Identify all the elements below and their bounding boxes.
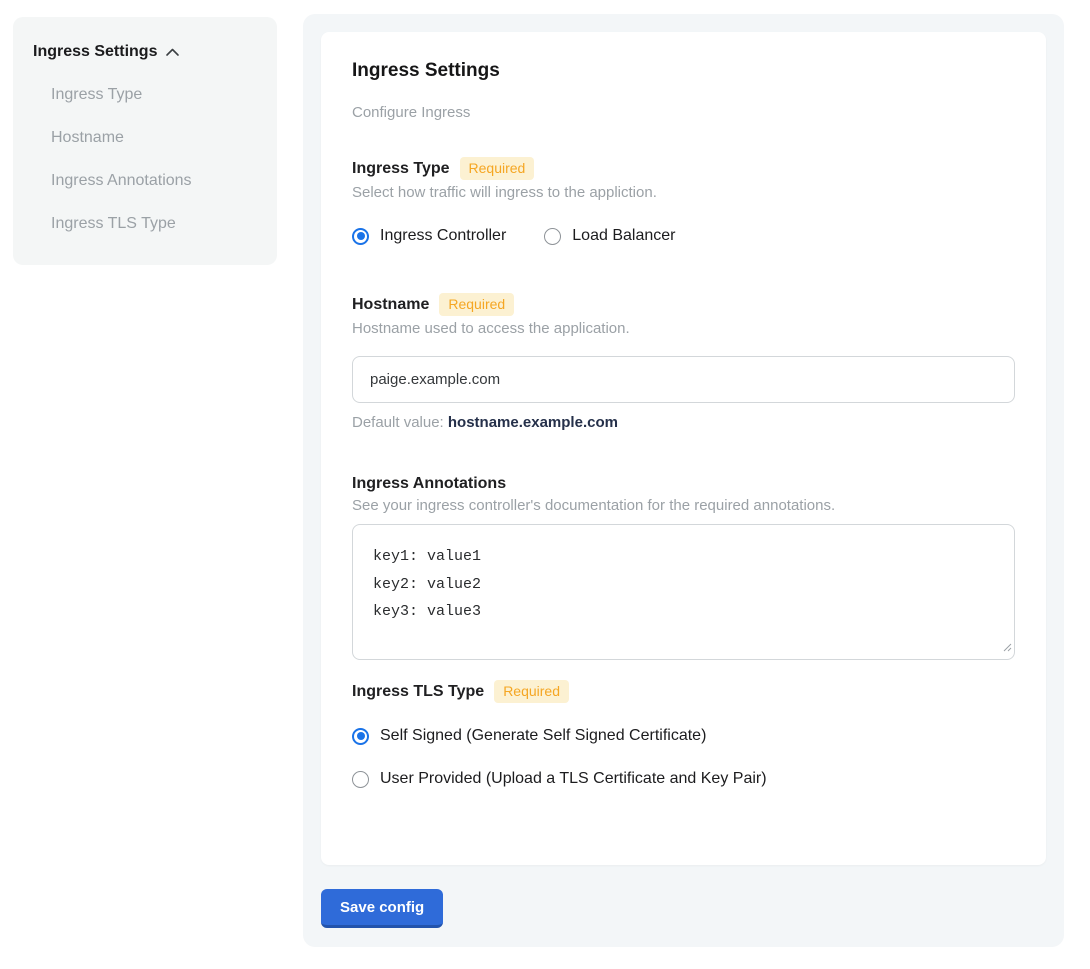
ingress-type-description: Select how traffic will ingress to the a… bbox=[352, 184, 1015, 201]
radio-button-unselected-icon[interactable] bbox=[352, 771, 369, 788]
hostname-input[interactable] bbox=[352, 356, 1015, 403]
ingress-type-label: Ingress Type bbox=[352, 160, 450, 178]
sidebar-section-toggle[interactable]: Ingress Settings bbox=[33, 43, 257, 61]
radio-option-load-balancer[interactable]: Load Balancer bbox=[544, 227, 675, 245]
ingress-settings-sidebar: Ingress Settings Ingress Type Hostname I… bbox=[13, 17, 277, 265]
radio-label: Ingress Controller bbox=[380, 227, 506, 245]
radio-label: User Provided (Upload a TLS Certificate … bbox=[380, 770, 767, 788]
sidebar-item-ingress-tls-type[interactable]: Ingress TLS Type bbox=[51, 215, 257, 233]
sidebar-item-hostname[interactable]: Hostname bbox=[51, 129, 257, 147]
ingress-type-section: Ingress Type Required Select how traffic… bbox=[352, 157, 1015, 245]
radio-option-user-provided[interactable]: User Provided (Upload a TLS Certificate … bbox=[352, 770, 1015, 788]
hostname-default-value-bold: hostname.example.com bbox=[448, 414, 618, 431]
sidebar-item-ingress-annotations[interactable]: Ingress Annotations bbox=[51, 172, 257, 190]
resize-handle-icon[interactable] bbox=[1002, 639, 1012, 657]
hostname-section: Hostname Required Hostname used to acces… bbox=[352, 293, 1015, 431]
radio-label: Load Balancer bbox=[572, 227, 675, 245]
ingress-settings-panel: Ingress Settings Configure Ingress Ingre… bbox=[303, 14, 1064, 947]
required-badge: Required bbox=[439, 293, 514, 316]
page-title: Ingress Settings bbox=[352, 60, 1015, 82]
ingress-tls-type-section: Ingress TLS Type Required Self Signed (G… bbox=[352, 680, 1015, 788]
save-config-button[interactable]: Save config bbox=[321, 889, 443, 928]
ingress-annotations-textarea[interactable]: key1: value1 key2: value2 key3: value3 bbox=[352, 524, 1015, 660]
radio-option-self-signed[interactable]: Self Signed (Generate Self Signed Certif… bbox=[352, 727, 1015, 745]
ingress-annotations-label: Ingress Annotations bbox=[352, 475, 506, 493]
radio-button-unselected-icon[interactable] bbox=[544, 228, 561, 245]
ingress-settings-card: Ingress Settings Configure Ingress Ingre… bbox=[321, 32, 1046, 865]
ingress-annotations-section: Ingress Annotations See your ingress con… bbox=[352, 475, 1015, 660]
radio-option-ingress-controller[interactable]: Ingress Controller bbox=[352, 227, 506, 245]
page-subtitle: Configure Ingress bbox=[352, 104, 1015, 121]
required-badge: Required bbox=[460, 157, 535, 180]
ingress-tls-type-label: Ingress TLS Type bbox=[352, 683, 484, 701]
sidebar-item-ingress-type[interactable]: Ingress Type bbox=[51, 86, 257, 104]
radio-label: Self Signed (Generate Self Signed Certif… bbox=[380, 727, 706, 745]
ingress-annotations-description: See your ingress controller's documentat… bbox=[352, 497, 1015, 514]
hostname-label: Hostname bbox=[352, 296, 429, 314]
radio-button-selected-icon[interactable] bbox=[352, 728, 369, 745]
radio-button-selected-icon[interactable] bbox=[352, 228, 369, 245]
hostname-description: Hostname used to access the application. bbox=[352, 320, 1015, 337]
required-badge: Required bbox=[494, 680, 569, 703]
hostname-default-value: Default value: hostname.example.com bbox=[352, 414, 1015, 431]
sidebar-section-title: Ingress Settings bbox=[33, 43, 157, 61]
chevron-up-icon bbox=[165, 47, 180, 57]
